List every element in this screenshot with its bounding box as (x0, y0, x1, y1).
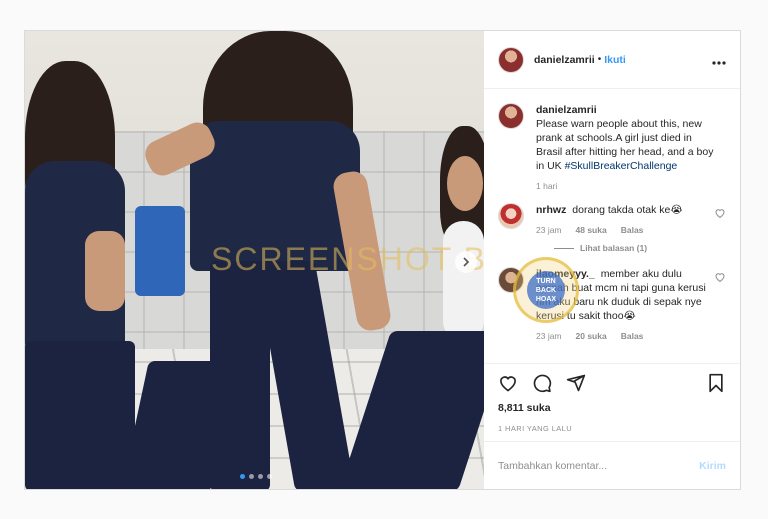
comment-likes[interactable]: 48 suka (576, 225, 607, 235)
comment-input[interactable] (498, 459, 700, 472)
share-paper-plane-icon[interactable] (566, 373, 586, 393)
caption-avatar[interactable] (498, 103, 524, 129)
comment-username[interactable]: nrhwz (536, 204, 566, 216)
person-left-pants (25, 341, 135, 489)
comments-list: danielzamrii Please warn people about th… (484, 89, 740, 363)
comment-time[interactable]: 23 jam (536, 225, 562, 235)
bookmark-icon[interactable] (706, 373, 726, 393)
comment-meta: 23 jam 20 suka Balas (536, 331, 714, 341)
caption-meta: 1 hari (536, 181, 714, 191)
like-comment-heart-icon[interactable] (714, 271, 726, 283)
replies-line (554, 247, 574, 249)
view-replies-button[interactable]: Lihat balasan (1) (554, 243, 726, 253)
likes-count[interactable]: 8,811 suka (498, 402, 726, 414)
caption-username[interactable]: danielzamrii (536, 104, 597, 116)
comment-bubble-icon[interactable] (532, 373, 552, 393)
post-sidebar: danielzamrii • Ikuti danielzamrii Please… (484, 31, 740, 489)
comment-row: nrhwz dorang takda otak ke😭 23 jam 48 su… (498, 203, 726, 235)
more-options-button[interactable] (712, 52, 726, 68)
caption-time[interactable]: 1 hari (536, 181, 557, 191)
comment-likes[interactable]: 20 suka (576, 331, 607, 341)
carousel-dot-4 (267, 474, 272, 479)
more-horizontal-icon (712, 60, 726, 65)
post-actions: 8,811 suka 1 HARI YANG LALU (484, 363, 740, 441)
instagram-post: SCREENSHOT BY danielzamrii • Ikuti danie… (24, 30, 741, 490)
caption-body: danielzamrii Please warn people about th… (536, 103, 714, 173)
person-right-shirt (443, 221, 484, 341)
carousel-dot-2 (249, 474, 254, 479)
next-arrow-button[interactable] (455, 251, 477, 273)
comment-text: dorang takda otak ke😭 (572, 204, 683, 216)
reply-button[interactable]: Balas (621, 225, 644, 235)
author-avatar[interactable] (498, 46, 524, 73)
follow-button[interactable]: Ikuti (604, 54, 626, 66)
post-media-video[interactable]: SCREENSHOT BY (25, 31, 484, 489)
turn-back-hoax-stamp-logo: TURN BACK HOAX (513, 257, 579, 323)
caption-hashtag[interactable]: #SkullBreakerChallenge (565, 160, 678, 172)
action-icons (498, 372, 726, 394)
author-username[interactable]: danielzamrii (534, 54, 595, 66)
post-comment-button[interactable]: Kirim (699, 460, 726, 472)
like-heart-icon[interactable] (498, 373, 518, 393)
chevron-right-icon (463, 257, 470, 267)
caption-row: danielzamrii Please warn people about th… (498, 103, 726, 191)
post-time-ago[interactable]: 1 HARI YANG LALU (498, 424, 726, 433)
commenter-avatar[interactable] (498, 203, 524, 229)
person-left-arm (85, 231, 125, 311)
chair-back (135, 206, 185, 296)
add-comment-bar: Kirim (484, 441, 740, 489)
stamp-inner: TURN BACK HOAX (527, 271, 565, 309)
person-right-face (447, 156, 483, 211)
carousel-dot-3 (258, 474, 263, 479)
comment-time[interactable]: 23 jam (536, 331, 562, 341)
comment-body: nrhwz dorang takda otak ke😭 (536, 203, 714, 217)
carousel-dot-1 (240, 474, 245, 479)
separator-dot: • (597, 54, 602, 65)
watermark-text: SCREENSHOT BY (211, 241, 484, 277)
reply-button[interactable]: Balas (621, 331, 644, 341)
view-replies-label: Lihat balasan (1) (580, 243, 648, 253)
comment-meta: 23 jam 48 suka Balas (536, 225, 714, 235)
carousel-indicator (240, 474, 272, 479)
post-header: danielzamrii • Ikuti (484, 31, 740, 89)
like-comment-heart-icon[interactable] (714, 207, 726, 219)
